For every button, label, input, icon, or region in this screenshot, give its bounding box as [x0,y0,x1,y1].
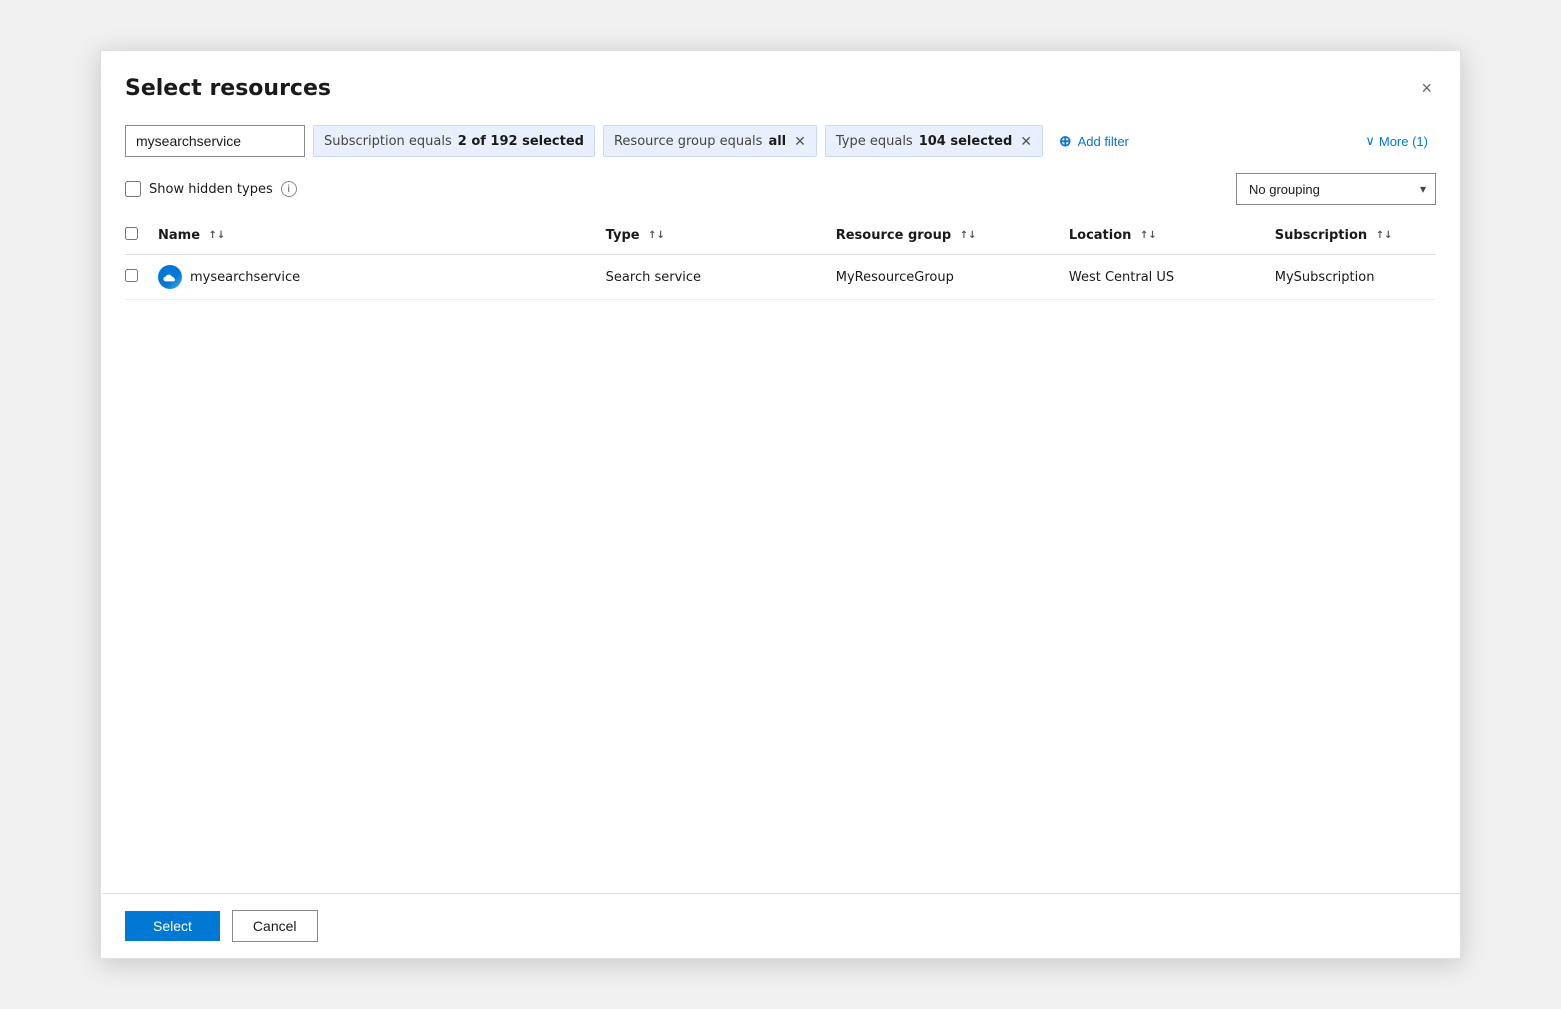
select-all-header [125,217,150,255]
dialog-title: Select resources [125,76,331,101]
type-filter-value: 104 selected [919,134,1013,149]
subscription-filter-value: 2 of 192 selected [458,134,584,149]
options-bar: Show hidden types i No grouping Resource… [101,169,1460,217]
select-all-checkbox[interactable] [125,227,138,240]
sort-icon-location: ↑↓ [1140,231,1157,241]
add-filter-button[interactable]: ⊕ Add filter [1051,125,1137,157]
table-header-row: Name ↑↓ Type ↑↓ Resource group ↑↓ Locati… [125,217,1436,255]
more-button[interactable]: ∨ More (1) [1357,129,1436,153]
cell-type: Search service [598,255,828,300]
show-hidden-checkbox[interactable] [125,181,141,197]
sort-icon-type: ↑↓ [648,231,665,241]
select-button[interactable]: Select [125,911,220,941]
col-header-location[interactable]: Location ↑↓ [1061,217,1267,255]
resources-table-container: Name ↑↓ Type ↑↓ Resource group ↑↓ Locati… [101,217,1460,893]
grouping-selector: No grouping Resource group Type Location… [1236,173,1436,205]
show-hidden-text: Show hidden types [149,182,273,197]
type-filter-close[interactable]: ✕ [1020,134,1032,148]
col-header-type[interactable]: Type ↑↓ [598,217,828,255]
resource-name: mysearchservice [190,270,300,285]
row-checkbox[interactable] [125,269,138,282]
col-header-subscription[interactable]: Subscription ↑↓ [1267,217,1436,255]
filter-bar: Subscription equals 2 of 192 selected Re… [101,117,1460,169]
table-row: mysearchservice Search serviceMyResourceG… [125,255,1436,300]
cell-location: West Central US [1061,255,1267,300]
cloud-icon [158,265,182,289]
search-input[interactable] [125,125,305,157]
sort-icon-rg: ↑↓ [960,231,977,241]
select-resources-dialog: Select resources × Subscription equals 2… [100,50,1461,959]
add-filter-icon: ⊕ [1059,132,1072,150]
dialog-footer: Select Cancel [101,893,1460,958]
info-icon[interactable]: i [281,181,297,197]
resources-table: Name ↑↓ Type ↑↓ Resource group ↑↓ Locati… [125,217,1436,300]
more-label: More (1) [1379,134,1428,149]
table-body: mysearchservice Search serviceMyResourceG… [125,255,1436,300]
resource-group-filter-value: all [768,134,786,149]
cell-name: mysearchservice [150,255,598,299]
filter-chip-subscription: Subscription equals 2 of 192 selected [313,125,595,157]
close-button[interactable]: × [1417,75,1436,101]
type-filter-label: Type equals [836,134,913,149]
cell-resource-group: MyResourceGroup [828,255,1061,300]
sort-icon-subscription: ↑↓ [1376,231,1393,241]
subscription-filter-label: Subscription equals [324,134,452,149]
filter-chip-resource-group: Resource group equals all ✕ [603,125,817,157]
show-hidden-label[interactable]: Show hidden types i [125,181,297,197]
resource-group-filter-label: Resource group equals [614,134,762,149]
resource-group-filter-close[interactable]: ✕ [794,134,806,148]
chevron-down-icon: ∨ [1365,133,1375,149]
dialog-header: Select resources × [101,51,1460,117]
cell-subscription: MySubscription [1267,255,1436,300]
sort-icon-name: ↑↓ [209,231,226,241]
grouping-select[interactable]: No grouping Resource group Type Location… [1236,173,1436,205]
filter-chip-type: Type equals 104 selected ✕ [825,125,1043,157]
cancel-button[interactable]: Cancel [232,910,318,942]
col-header-resource-group[interactable]: Resource group ↑↓ [828,217,1061,255]
col-header-name[interactable]: Name ↑↓ [150,217,598,255]
add-filter-label: Add filter [1078,134,1129,149]
